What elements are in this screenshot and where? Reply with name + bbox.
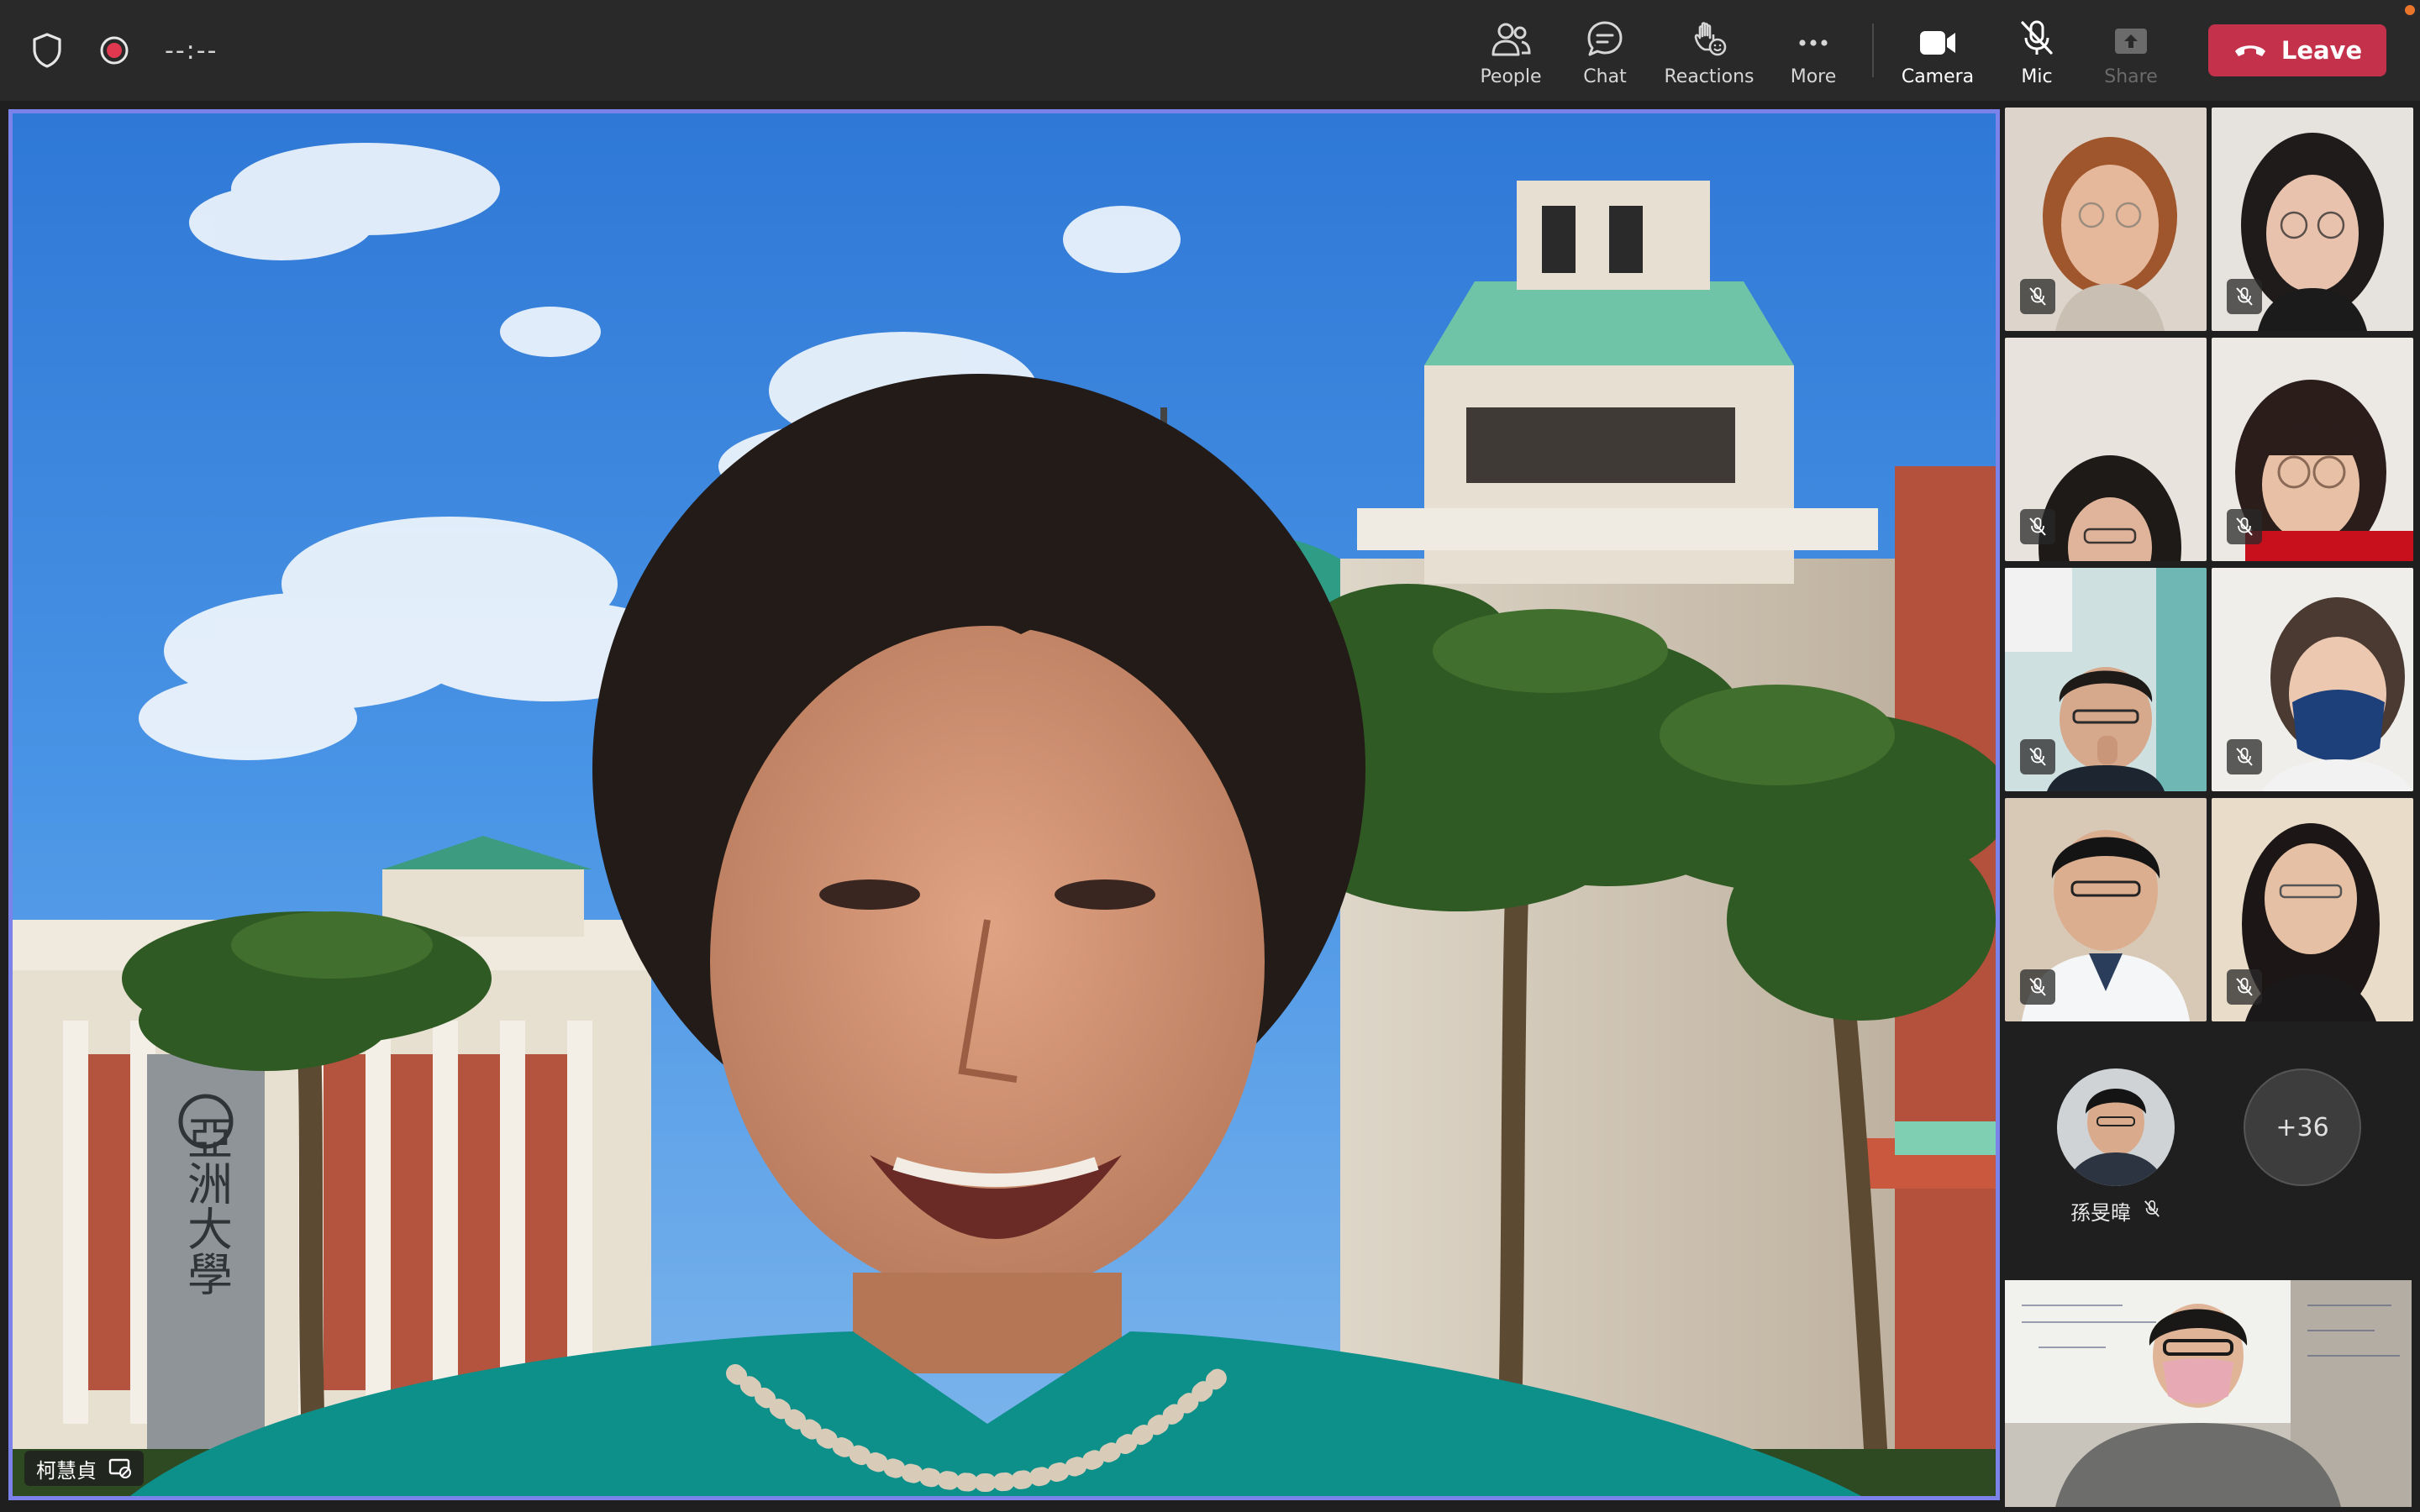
shield-icon[interactable]: [25, 29, 69, 72]
reactions-button[interactable]: Reactions: [1652, 0, 1766, 101]
self-view-frame: [2005, 1280, 2412, 1507]
participant-tile[interactable]: [2005, 568, 2207, 791]
meeting-info: --:--: [25, 25, 218, 76]
participant-tile[interactable]: [2005, 108, 2207, 331]
share-icon: [2112, 14, 2149, 58]
mic-off-icon: [2227, 279, 2262, 314]
mic-button[interactable]: Mic: [1990, 0, 2084, 101]
overflow-participants-button[interactable]: +36: [2244, 1068, 2361, 1186]
people-label: People: [1480, 66, 1542, 87]
main-speaker-video[interactable]: 亞洲大學 柯慧貞: [8, 109, 2000, 1500]
share-label: Share: [2104, 66, 2158, 87]
share-button[interactable]: Share: [2084, 0, 2178, 101]
screen-share-status-icon: [108, 1457, 132, 1479]
chat-label: Chat: [1583, 66, 1627, 87]
mic-off-icon: [2020, 969, 2055, 1005]
audio-participant-name: 孫旻暐: [2070, 1201, 2131, 1225]
speaker-name-tag: 柯慧貞: [24, 1451, 144, 1486]
meeting-toolbar: --:-- People Chat Reactions More Camera …: [0, 0, 2420, 101]
main-video-frame: 亞洲大學: [13, 113, 1996, 1496]
more-label: More: [1790, 66, 1837, 87]
mic-off-icon: [2143, 1200, 2161, 1223]
participant-tile[interactable]: [2212, 338, 2413, 561]
self-view-video[interactable]: [2005, 1280, 2412, 1507]
speaker-name: 柯慧貞: [36, 1458, 97, 1483]
camera-button[interactable]: Camera: [1886, 0, 1990, 101]
participant-tile[interactable]: [2005, 338, 2207, 561]
mic-label: Mic: [2021, 66, 2053, 87]
more-participants-row: 孫旻暐 +36: [2005, 1055, 2412, 1248]
participant-tile[interactable]: [2212, 798, 2413, 1021]
mic-off-icon: [2020, 279, 2055, 314]
record-icon[interactable]: [92, 29, 136, 72]
participant-tile[interactable]: [2212, 108, 2413, 331]
phone-hangup-icon: [2233, 36, 2268, 65]
meeting-timer: --:--: [165, 35, 218, 66]
mic-off-icon: [2227, 969, 2262, 1005]
chat-button[interactable]: Chat: [1558, 0, 1652, 101]
more-icon: [1797, 14, 1830, 58]
mic-off-icon: [2227, 509, 2262, 544]
people-button[interactable]: People: [1464, 0, 1558, 101]
mic-off-icon: [2020, 509, 2055, 544]
sign-text: 亞洲大學: [180, 1115, 233, 1296]
mic-off-icon: [2020, 739, 2055, 774]
reactions-icon: [1690, 14, 1728, 58]
leave-button[interactable]: Leave: [2208, 24, 2386, 76]
mic-off-icon: [2227, 739, 2262, 774]
mic-off-icon: [2018, 14, 2056, 58]
camera-label: Camera: [1901, 66, 1975, 87]
participant-tile[interactable]: [2212, 568, 2413, 791]
people-icon: [1490, 14, 1532, 58]
avatar[interactable]: [2057, 1068, 2175, 1186]
more-button[interactable]: More: [1766, 0, 1860, 101]
chat-icon: [1586, 14, 1624, 58]
toolbar-actions: People Chat Reactions More Camera Mic Sh…: [1464, 0, 2386, 101]
participant-tile[interactable]: [2005, 798, 2207, 1021]
notification-dot: [2405, 5, 2415, 15]
leave-label: Leave: [2281, 36, 2363, 65]
reactions-label: Reactions: [1664, 66, 1754, 87]
camera-icon: [1918, 14, 1957, 58]
audio-participant-label: 孫旻暐: [2005, 1196, 2227, 1226]
avatar-photo: [2057, 1068, 2175, 1186]
toolbar-divider: [1872, 24, 1874, 77]
